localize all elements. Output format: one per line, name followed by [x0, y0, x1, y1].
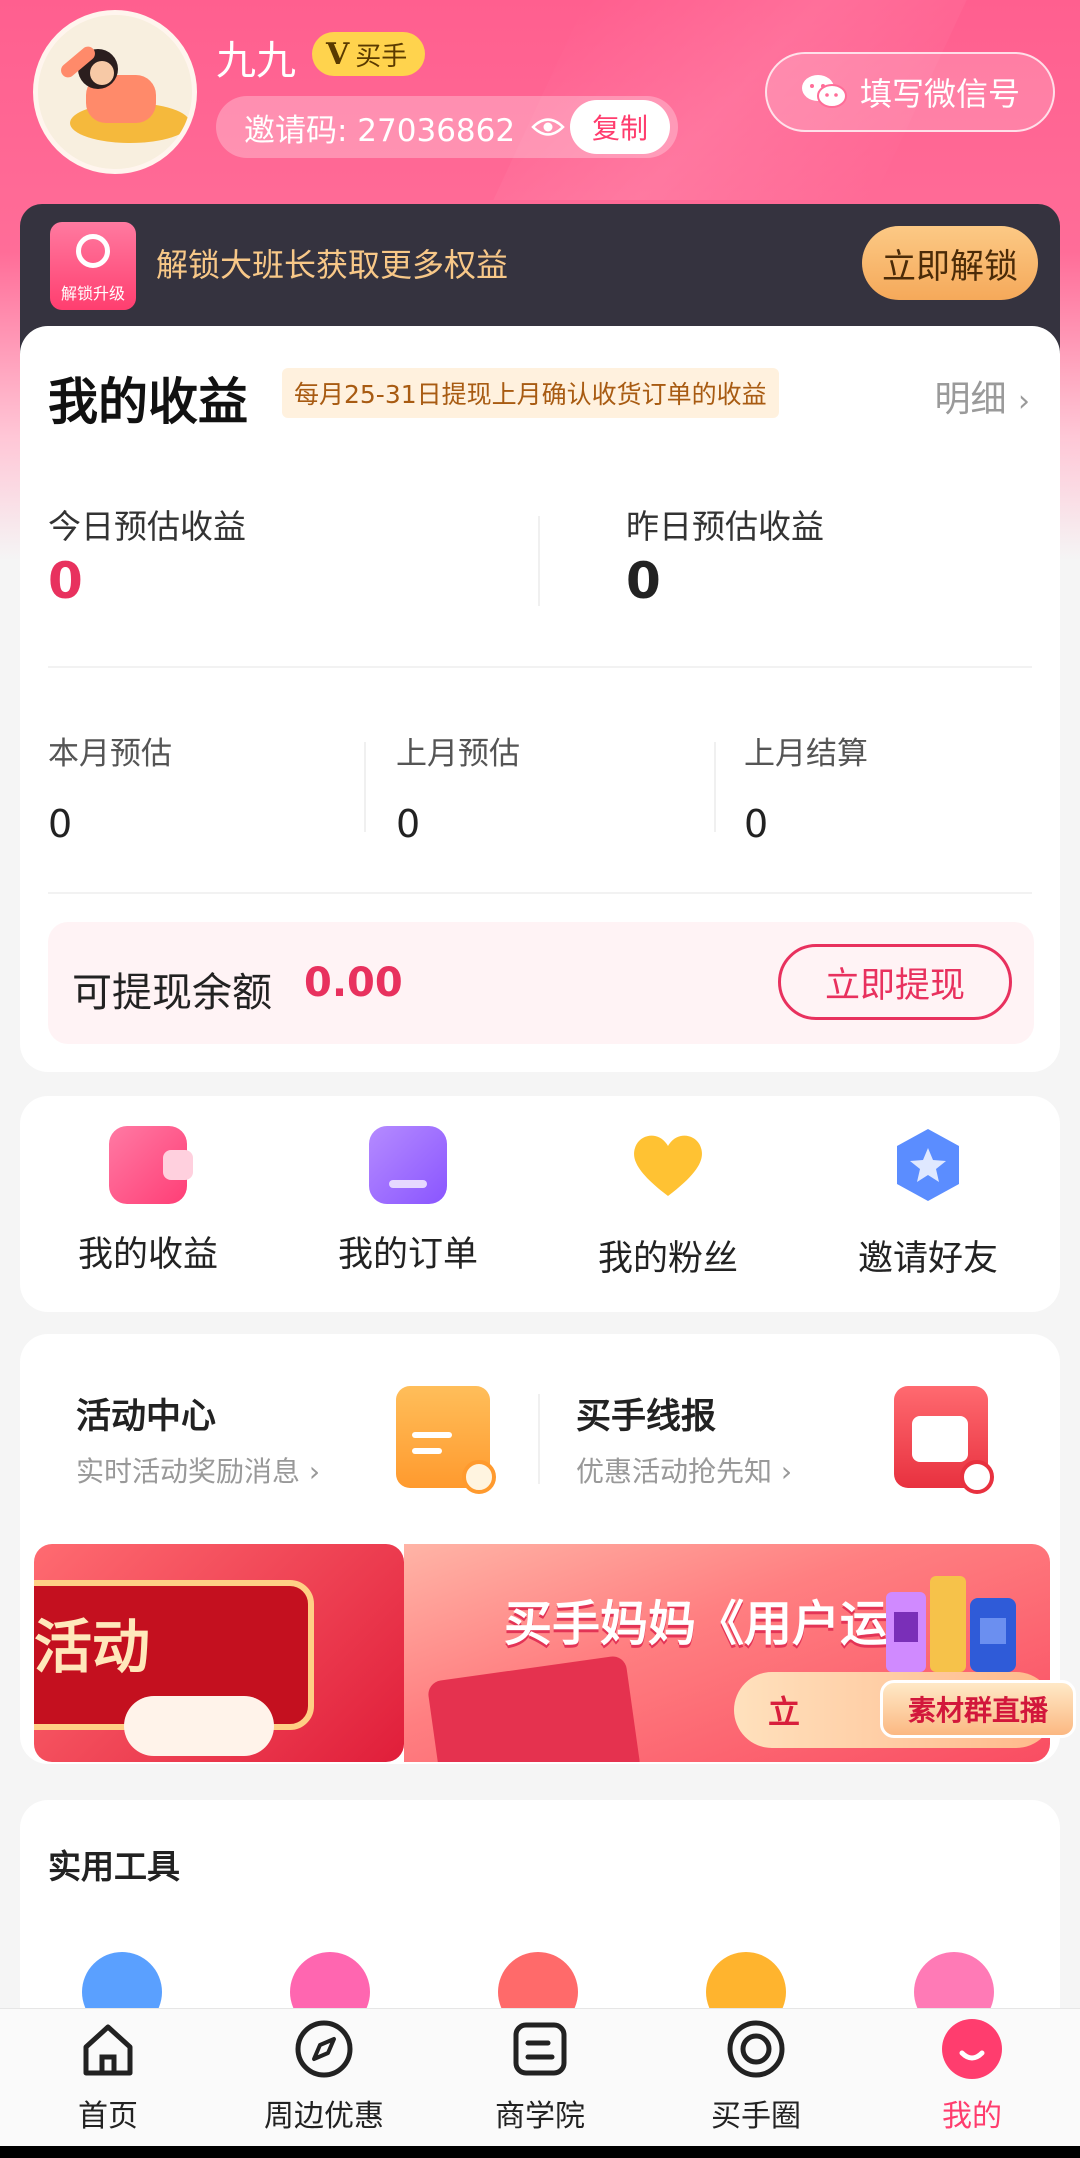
fill-wechat-button[interactable]: 填写微信号 [765, 52, 1055, 132]
detail-label: 明细 [934, 379, 1007, 420]
v-icon: V [326, 36, 350, 72]
book-icon [513, 2022, 567, 2076]
nav-nearby-deals[interactable]: 周边优惠 [224, 2017, 424, 2135]
nav-label: 商学院 [495, 2099, 585, 2134]
unlock-now-button[interactable]: 立即解锁 [862, 226, 1038, 300]
today-estimate-value: 0 [48, 552, 83, 610]
nav-label: 我的 [942, 2099, 1002, 2134]
divider [48, 666, 1032, 668]
earnings-card: 我的收益 每月25-31日提现上月确认收货订单的收益 明细 › 今日预估收益 0… [20, 326, 1060, 1072]
compass-icon [295, 2020, 353, 2078]
unlock-icon-label: 解锁升级 [60, 284, 125, 303]
detail-link[interactable]: 明细 › [935, 370, 1030, 422]
wechat-label: 填写微信号 [859, 75, 1020, 113]
nav-buyer-circle[interactable]: 买手圈 [656, 2017, 856, 2135]
tools-title: 实用工具 [48, 1847, 180, 1886]
divider [538, 1394, 540, 1484]
quick-label: 我的订单 [337, 1235, 478, 1275]
earnings-title: 我的收益 [48, 373, 248, 431]
heart-icon [634, 1135, 702, 1196]
last-settle-value: 0 [744, 802, 769, 846]
quick-label: 我的收益 [77, 1235, 218, 1275]
star-badge-icon [897, 1129, 959, 1201]
cosmetics-illustration [886, 1576, 1016, 1672]
store-icon [369, 1126, 447, 1204]
last-month-value: 0 [396, 802, 421, 846]
nav-home[interactable]: 首页 [8, 2017, 208, 2135]
this-month-label: 本月预估 [48, 736, 172, 772]
yesterday-estimate-label: 昨日预估收益 [626, 507, 824, 546]
badge-label: 买手 [355, 41, 408, 72]
divider [48, 892, 1032, 894]
nav-label: 首页 [78, 2099, 138, 2134]
bottom-navigation: 首页 周边优惠 商学院 买手圈 我的 [0, 2008, 1080, 2146]
copy-button[interactable]: 复制 [570, 100, 670, 154]
avatar[interactable] [33, 10, 197, 174]
this-month-value: 0 [48, 802, 73, 846]
divider [538, 516, 540, 606]
balance-value: 0.00 [304, 960, 403, 1006]
unlock-upgrade-icon: 解锁升级 [50, 222, 136, 310]
vip-badge: V 买手 [312, 32, 426, 76]
activity-banner-left[interactable]: 活动 [34, 1544, 404, 1762]
yesterday-estimate-value: 0 [626, 552, 661, 610]
nav-label: 买手圈 [711, 2099, 801, 2134]
news-calendar-icon [894, 1386, 994, 1494]
live-stream-tag[interactable]: 素材群直播 [880, 1680, 1076, 1738]
nav-label: 周边优惠 [264, 2099, 384, 2134]
quick-label: 邀请好友 [857, 1239, 998, 1279]
profile-icon [942, 2019, 1002, 2079]
user-name: 九九 [216, 38, 296, 84]
withdraw-panel: 可提现余额 0.00 立即提现 [48, 922, 1034, 1044]
banner-left-text: 活动 [34, 1613, 151, 1681]
activity-clipboard-icon [396, 1386, 496, 1494]
divider [364, 742, 366, 832]
quick-my-orders[interactable]: 我的订单 [308, 1126, 508, 1277]
withdraw-note: 每月25-31日提现上月确认收货订单的收益 [282, 368, 779, 418]
activity-center-subtitle: 实时活动奖励消息 › [76, 1455, 321, 1488]
wallet-icon [109, 1126, 193, 1204]
activity-center-title: 活动中心 [76, 1397, 217, 1437]
circle-gear-icon [727, 2020, 785, 2078]
quick-label: 我的粉丝 [597, 1239, 738, 1279]
divider [714, 742, 716, 832]
invite-code: 邀请码: 27036862 复制 [216, 96, 678, 158]
balance-label: 可提现余额 [72, 970, 272, 1016]
system-bar [0, 2146, 1080, 2158]
buyer-news-title: 买手线报 [576, 1397, 717, 1437]
nav-mine[interactable]: 我的 [872, 2017, 1072, 2135]
banner-right-text: 买手妈妈《用户运 [504, 1596, 889, 1652]
quick-my-earnings[interactable]: 我的收益 [48, 1126, 248, 1277]
buyer-news-subtitle: 优惠活动抢先知 › [576, 1455, 793, 1488]
nav-business-school[interactable]: 商学院 [440, 2017, 640, 2135]
today-estimate-label: 今日预估收益 [48, 507, 246, 546]
quick-invite-friends[interactable]: 邀请好友 [828, 1126, 1028, 1281]
withdraw-button[interactable]: 立即提现 [778, 944, 1012, 1020]
unlock-text: 解锁大班长获取更多权益 [156, 246, 509, 284]
last-settle-label: 上月结算 [744, 736, 868, 772]
last-month-label: 上月预估 [396, 736, 520, 772]
home-icon [83, 2024, 133, 2076]
eye-icon[interactable] [531, 116, 565, 138]
chevron-right-icon: › [1018, 384, 1030, 419]
wechat-icon [801, 75, 847, 108]
quick-entries: 我的收益 我的订单 我的粉丝 邀请好友 [20, 1096, 1060, 1312]
quick-my-fans[interactable]: 我的粉丝 [568, 1126, 768, 1281]
invite-code-text: 邀请码: 27036862 [244, 112, 516, 149]
